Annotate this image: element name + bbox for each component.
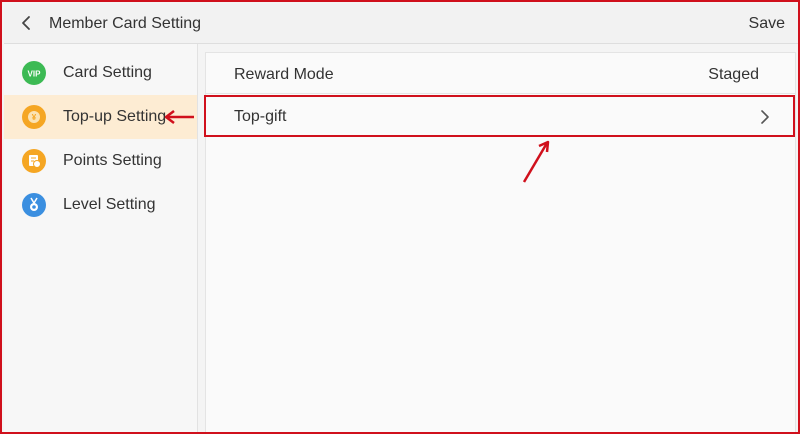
reward-mode-label: Reward Mode [234,66,334,83]
svg-text:¥: ¥ [32,113,37,122]
row-divider [205,93,796,94]
top-gift-label: Top-gift [234,108,287,125]
sidebar-item-label: Level Setting [63,196,156,213]
save-button[interactable]: Save [749,15,785,33]
sidebar-item-label: Top-up Setting [63,108,167,125]
back-icon[interactable] [16,12,38,34]
reward-mode-value[interactable]: Staged [708,66,759,84]
sidebar-item-points-setting[interactable]: Points Setting [4,139,197,183]
header-bar: Member Card Setting Save [4,4,798,44]
top-gift-row[interactable]: Top-gift [204,95,795,137]
page-title: Member Card Setting [49,15,202,32]
sidebar-item-card-setting[interactable]: VIP Card Setting [4,51,197,95]
sidebar-item-label: Card Setting [63,64,152,81]
medal-icon [22,193,46,217]
coin-icon: ¥ [22,105,46,129]
svg-text:VIP: VIP [28,70,42,79]
sidebar-item-label: Points Setting [63,152,162,169]
sidebar: VIP Card Setting ¥ Top-up Setting Points… [4,44,198,432]
sidebar-item-top-up-setting[interactable]: ¥ Top-up Setting [4,95,197,139]
app-frame: Member Card Setting Save VIP Card Settin… [0,0,800,434]
points-icon [22,149,46,173]
chevron-right-icon [759,109,771,125]
sidebar-item-level-setting[interactable]: Level Setting [4,183,197,227]
vip-icon: VIP [22,61,46,85]
